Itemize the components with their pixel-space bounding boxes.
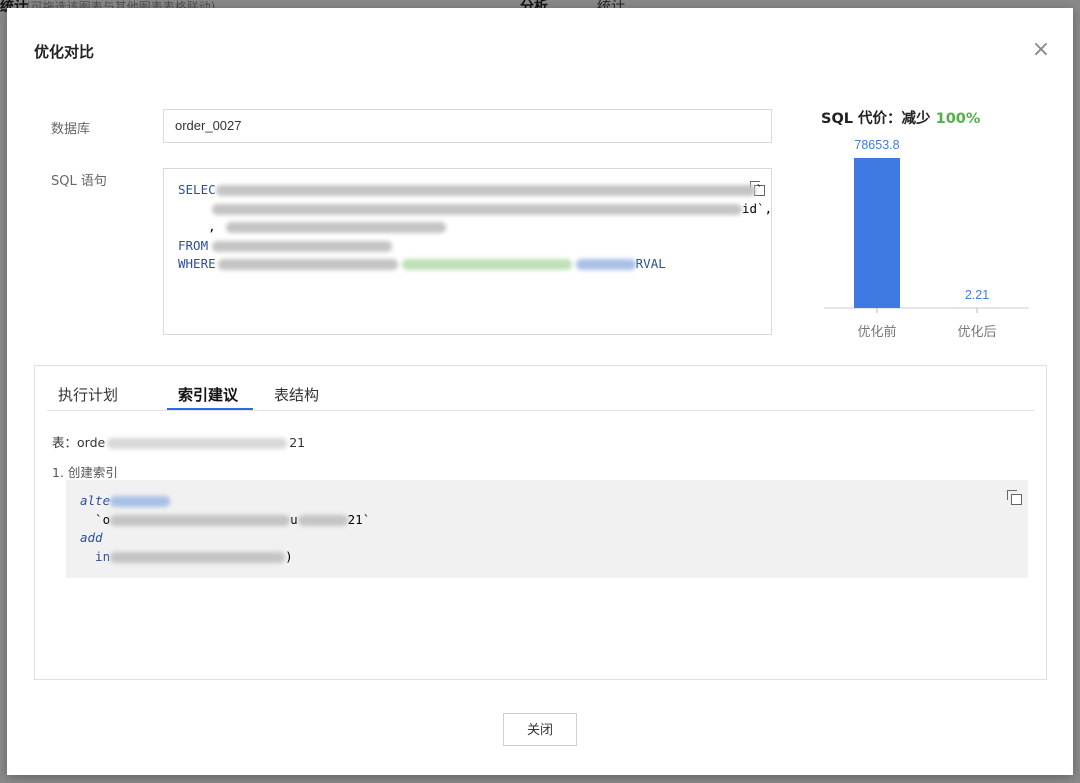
sql-cost-title: SQL 代价：减少 100% bbox=[821, 111, 981, 127]
database-field[interactable]: order_0027 bbox=[163, 109, 772, 143]
create-index-step: 1. 创建索引 bbox=[52, 465, 118, 480]
sql-line: FROM bbox=[178, 237, 772, 256]
sql-statement-box[interactable]: SELEC ` id`, , FROM WHERE RVAL bbox=[163, 168, 772, 335]
sql-label: SQL 语句 bbox=[51, 174, 107, 189]
optimization-compare-dialog: 优化对比 × 数据库 order_0027 SQL 语句 SELEC ` id`, … bbox=[7, 8, 1073, 775]
close-button[interactable]: 关闭 bbox=[503, 713, 577, 746]
value-label-after: 2.21 bbox=[965, 288, 989, 302]
dialog-title: 优化对比 bbox=[34, 43, 95, 61]
tab-index-advice[interactable]: 索引建议 bbox=[178, 384, 238, 405]
bar-before bbox=[854, 158, 900, 308]
category-label-after: 优化后 bbox=[957, 325, 996, 340]
copy-icon[interactable] bbox=[1007, 490, 1022, 505]
value-label-before: 78653.8 bbox=[854, 138, 899, 152]
category-label-before: 优化前 bbox=[857, 324, 896, 340]
tab-table-structure[interactable]: 表结构 bbox=[274, 384, 319, 405]
table-name-line: 表：orde 21 bbox=[52, 435, 306, 450]
database-label: 数据库 bbox=[51, 122, 91, 137]
index-sql-box[interactable]: alte `o u 21` add in) bbox=[66, 480, 1028, 578]
tab-bar: 执行计划 索引建议 表结构 bbox=[47, 366, 1034, 411]
sql-line: , bbox=[178, 218, 772, 237]
sql-code: SELEC ` id`, , FROM WHERE RVAL bbox=[178, 181, 772, 274]
cost-bar-chart: 78653.8 2.21 优化前 优化后 bbox=[824, 138, 1029, 340]
advice-panel: 执行计划 索引建议 表结构 表：orde 21 1. 创建索引 alte `o u 2… bbox=[34, 365, 1047, 680]
cost-reduction-value: 100% bbox=[935, 111, 981, 127]
index-sql-code: alte `o u 21` add in) bbox=[80, 492, 370, 566]
code-line: alte bbox=[80, 492, 370, 511]
close-icon[interactable]: × bbox=[1029, 38, 1053, 62]
active-tab-indicator bbox=[167, 408, 253, 410]
code-line: in) bbox=[80, 548, 293, 564]
code-line: `o u 21` bbox=[80, 511, 371, 527]
tab-execution-plan[interactable]: 执行计划 bbox=[58, 384, 118, 405]
sql-line: SELEC ` bbox=[178, 182, 764, 197]
sql-line: WHERE RVAL bbox=[178, 256, 666, 271]
code-line: add bbox=[80, 530, 103, 545]
sql-line: id`, bbox=[178, 200, 772, 219]
